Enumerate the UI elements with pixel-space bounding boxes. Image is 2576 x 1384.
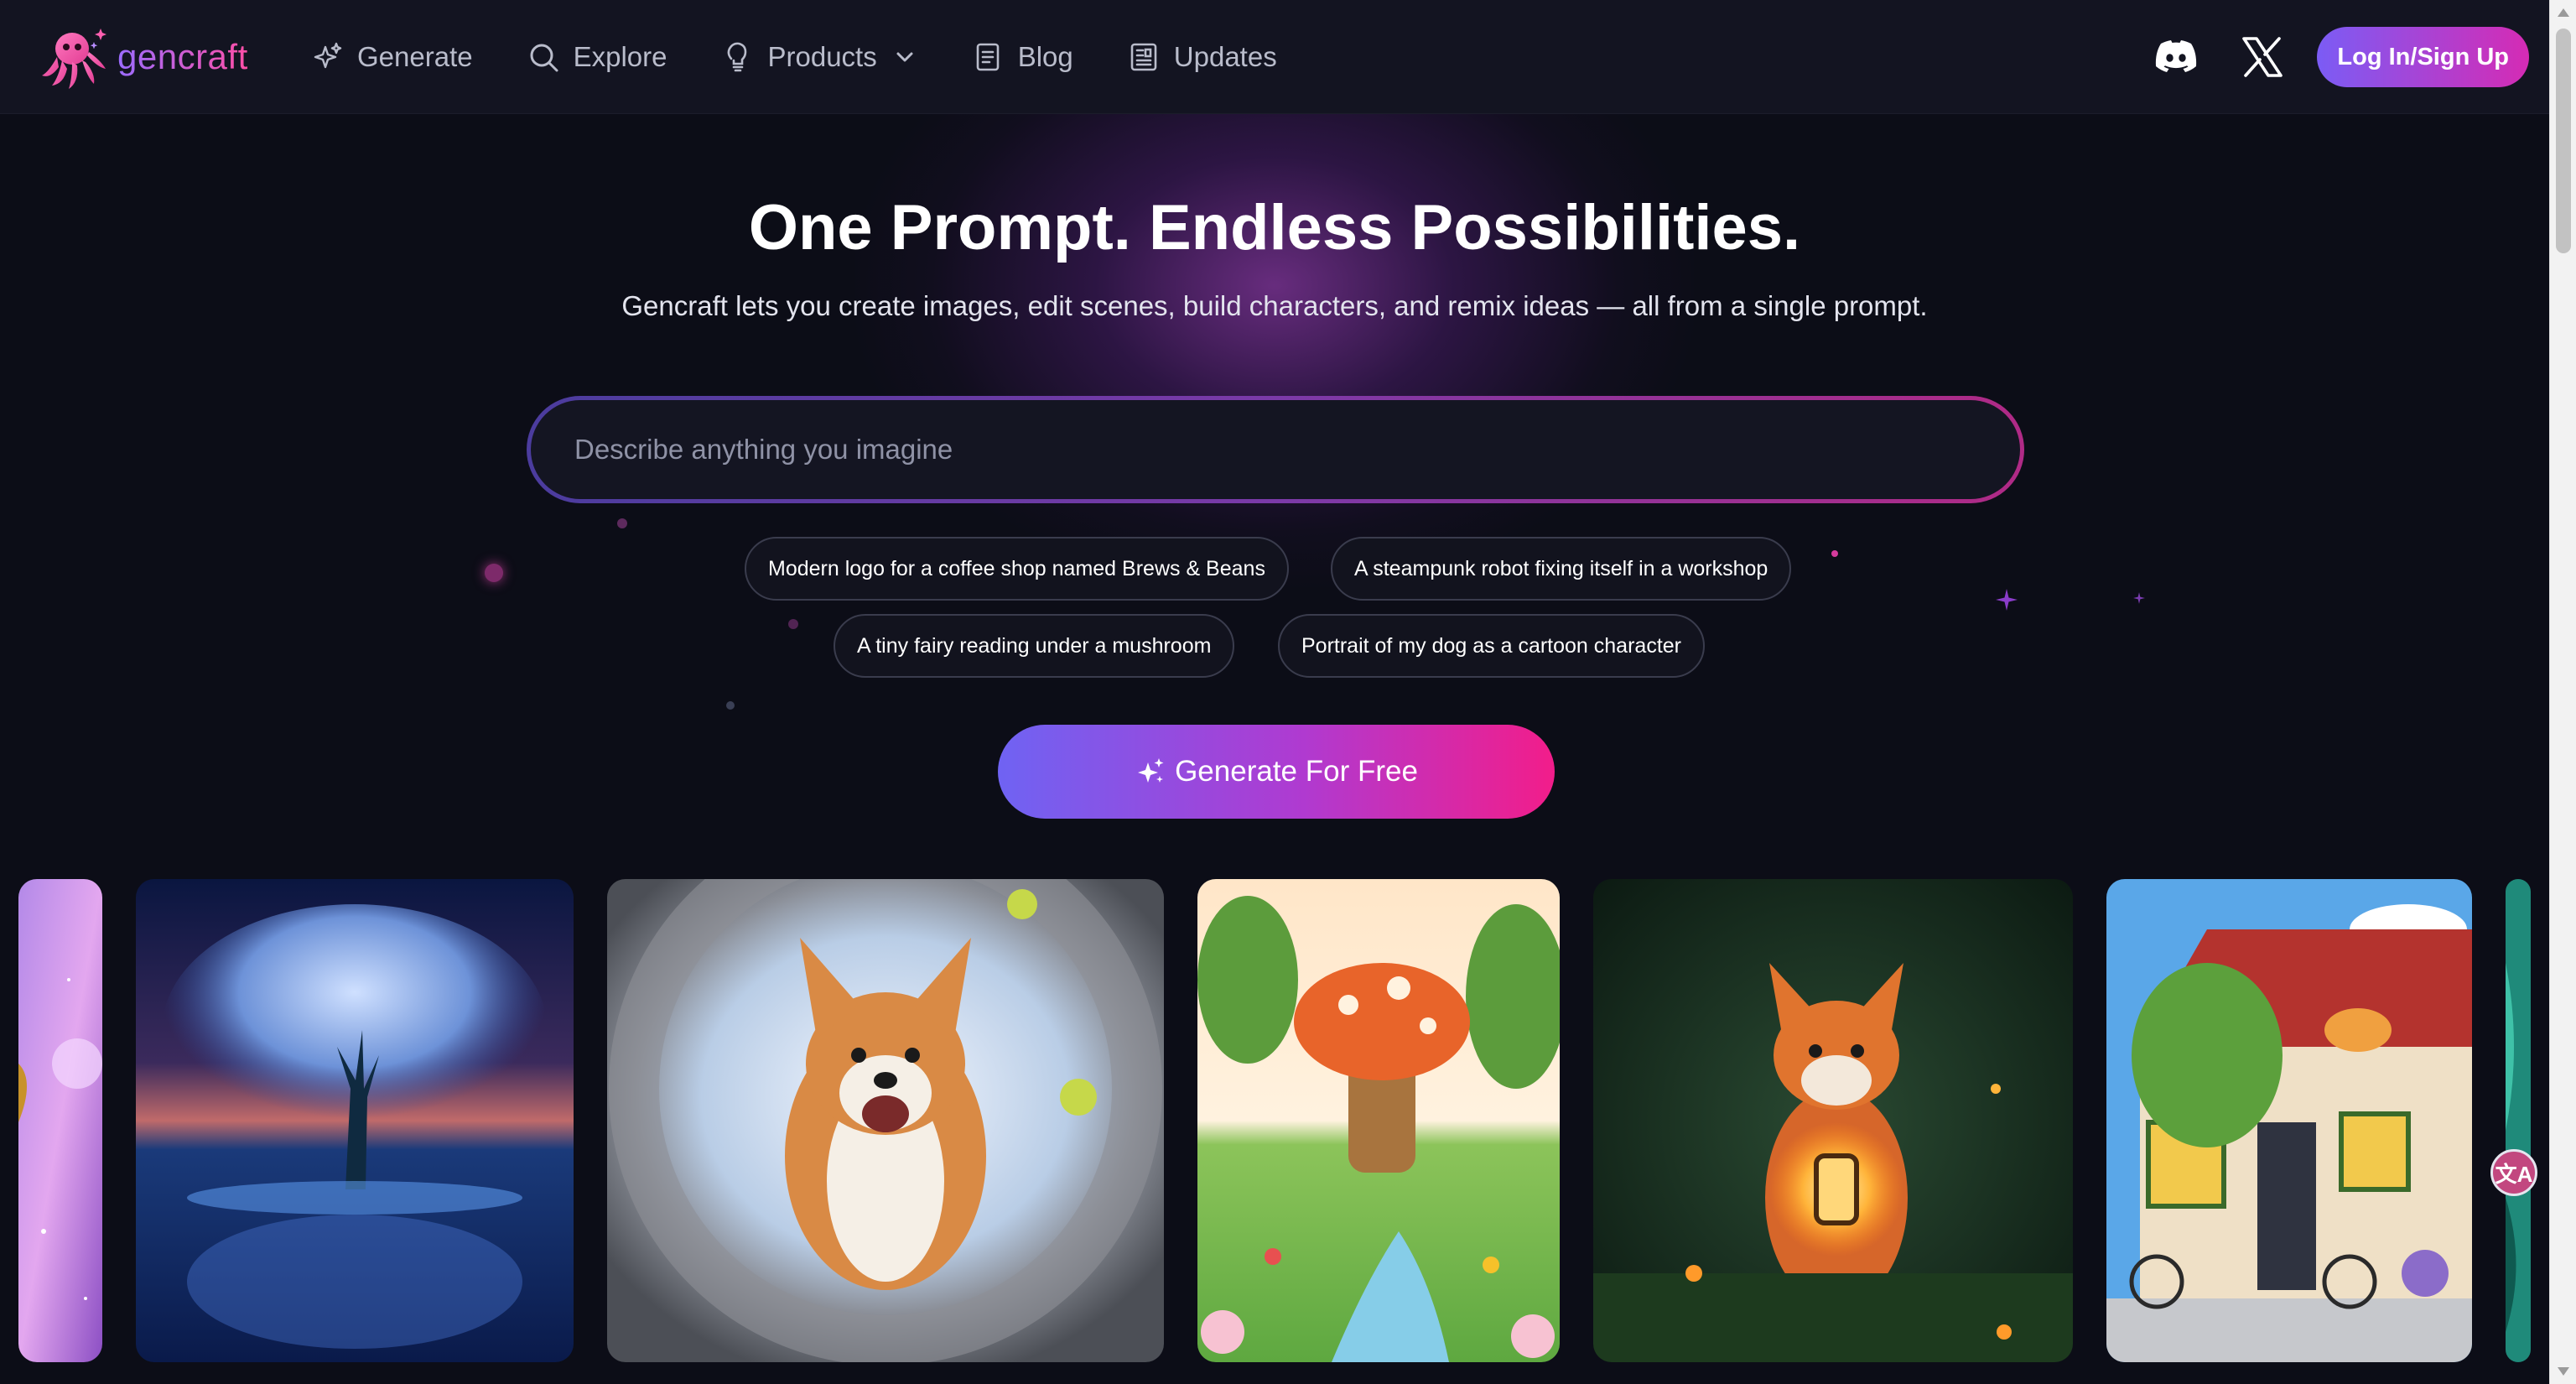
fox-lantern-image	[1593, 879, 2073, 1362]
sparkles-icon	[314, 42, 342, 69]
cottage-cat-image	[2106, 879, 2472, 1362]
hero-glow	[855, 67, 1694, 587]
octopus-logo-icon	[42, 29, 106, 89]
suggestion-chip[interactable]: A tiny fairy reading under a mushroom	[834, 614, 1235, 678]
gallery-image-mushroom-house[interactable]	[1197, 879, 1560, 1362]
glow-dot	[617, 518, 627, 528]
suggestion-chip[interactable]: A steampunk robot fixing itself in a wor…	[1331, 537, 1792, 601]
mushroom-house-image	[1197, 879, 1560, 1362]
nav-label: Products	[767, 41, 877, 72]
prompt-input[interactable]	[531, 400, 2020, 499]
glow-dot	[485, 564, 503, 582]
translate-icon[interactable]: 文A	[2490, 1149, 2537, 1196]
cta-label: Generate For Free	[1175, 755, 1418, 788]
star-icon	[2133, 592, 2145, 604]
scroll-up-arrow-icon[interactable]	[2558, 8, 2569, 17]
prompt-box	[527, 396, 2024, 503]
gallery-image-fox-lantern[interactable]	[1593, 879, 2073, 1362]
glow-dot	[788, 619, 798, 629]
search-icon	[530, 44, 558, 72]
nav-label: Updates	[1173, 41, 1277, 72]
nav-item-explore[interactable]: Explore	[527, 40, 667, 74]
login-signup-button[interactable]: Log In/Sign Up	[2317, 27, 2529, 87]
lightbulb-icon	[728, 42, 747, 72]
scrollbar-thumb[interactable]	[2556, 29, 2571, 253]
suggestion-chip[interactable]: Modern logo for a coffee shop named Brew…	[745, 537, 1289, 601]
suggestion-chip[interactable]: Portrait of my dog as a cartoon characte…	[1278, 614, 1705, 678]
nav-label: Generate	[357, 41, 473, 72]
scroll-down-arrow-icon[interactable]	[2558, 1367, 2569, 1376]
corgi-space-image	[607, 879, 1164, 1362]
news-icon	[1130, 43, 1157, 71]
generate-for-free-button[interactable]: Generate For Free	[998, 725, 1555, 819]
nav-item-products[interactable]: Products	[720, 40, 917, 74]
hero-title: One Prompt. Endless Possibilities.	[748, 192, 1801, 263]
page-scrollbar[interactable]	[2549, 0, 2576, 1384]
document-icon	[976, 43, 1000, 71]
x-twitter-icon[interactable]	[2240, 34, 2285, 80]
discord-icon[interactable]	[2151, 32, 2201, 82]
brand-logo-link[interactable]: gencraft	[39, 23, 248, 91]
chevron-down-icon	[896, 52, 913, 62]
sparkles-icon	[1138, 758, 1164, 783]
gallery-image-teal-abstract[interactable]	[2506, 879, 2531, 1362]
hero-subtitle: Gencraft lets you create images, edit sc…	[621, 290, 1928, 321]
teal-abstract-image	[2506, 879, 2531, 1362]
galaxy-artwork-image	[18, 879, 102, 1362]
nav-label: Explore	[573, 41, 667, 72]
gallery-image-crystal-tree[interactable]	[136, 879, 574, 1362]
brand-name: gencraft	[117, 37, 248, 76]
nav-item-generate[interactable]: Generate	[310, 40, 473, 74]
gallery-image-cottage-cat[interactable]	[2106, 879, 2472, 1362]
star-icon	[1996, 589, 2018, 611]
top-navigation-bar: gencraft Generate Explore Products Blog …	[0, 0, 2549, 114]
glow-dot	[1831, 550, 1838, 557]
gallery-image-corgi-space[interactable]	[607, 879, 1164, 1362]
crystal-tree-image	[136, 879, 574, 1362]
nav-actions: Log In/Sign Up	[2151, 27, 2529, 87]
nav-item-updates[interactable]: Updates	[1127, 40, 1277, 74]
main-nav: Generate Explore Products Blog Updates	[310, 0, 1331, 114]
glow-dot	[726, 701, 735, 710]
nav-label: Blog	[1017, 41, 1073, 72]
nav-item-blog[interactable]: Blog	[971, 40, 1073, 74]
gallery-image-purple-galaxy[interactable]	[18, 879, 102, 1362]
